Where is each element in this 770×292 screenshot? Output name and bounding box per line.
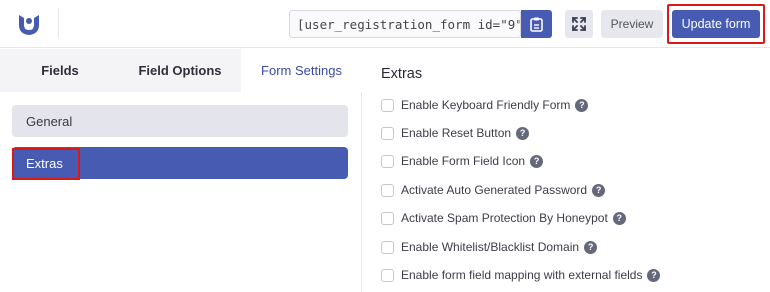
header-divider bbox=[58, 8, 59, 38]
help-icon[interactable]: ? bbox=[612, 211, 626, 225]
checkbox[interactable] bbox=[381, 183, 394, 197]
top-toolbar: [user_registration_form id="9"] Preview … bbox=[0, 0, 770, 48]
builder-tabs: Fields Field Options Form Settings bbox=[0, 49, 362, 92]
builder-left-panel: Fields Field Options Form Settings Gener… bbox=[0, 49, 362, 292]
help-icon[interactable]: ? bbox=[584, 240, 598, 254]
option-label: Enable form field mapping with external … bbox=[401, 268, 643, 282]
option-label: Enable Whitelist/Blacklist Domain bbox=[401, 240, 580, 254]
option-label: Activate Auto Generated Password bbox=[401, 183, 588, 197]
option-whitelist-blacklist: Enable Whitelist/Blacklist Domain ? bbox=[381, 238, 598, 256]
option-label: Activate Spam Protection By Honeypot bbox=[401, 211, 608, 225]
fullscreen-icon bbox=[572, 17, 586, 31]
section-title: Extras bbox=[381, 66, 423, 82]
checkbox[interactable] bbox=[381, 98, 394, 112]
fullscreen-button[interactable] bbox=[565, 10, 593, 38]
help-icon[interactable]: ? bbox=[530, 154, 544, 168]
option-reset-button: Enable Reset Button ? bbox=[381, 124, 530, 142]
checkbox[interactable] bbox=[381, 240, 394, 254]
option-honeypot: Activate Spam Protection By Honeypot ? bbox=[381, 209, 626, 227]
checkbox[interactable] bbox=[381, 268, 394, 282]
checkbox[interactable] bbox=[381, 126, 394, 140]
help-icon[interactable]: ? bbox=[647, 268, 661, 282]
update-form-button[interactable]: Update form bbox=[672, 10, 760, 38]
option-keyboard-friendly: Enable Keyboard Friendly Form ? bbox=[381, 96, 589, 114]
option-field-mapping: Enable form field mapping with external … bbox=[381, 266, 661, 284]
option-label: Enable Keyboard Friendly Form bbox=[401, 98, 571, 112]
settings-content-panel: Extras Enable Keyboard Friendly Form ? E… bbox=[363, 49, 770, 292]
preview-button[interactable]: Preview bbox=[601, 10, 663, 38]
help-icon[interactable]: ? bbox=[592, 183, 606, 197]
help-icon[interactable]: ? bbox=[575, 98, 589, 112]
checkbox[interactable] bbox=[381, 154, 394, 168]
option-form-field-icon: Enable Form Field Icon ? bbox=[381, 152, 544, 170]
tab-fields[interactable]: Fields bbox=[0, 49, 120, 92]
extras-highlight bbox=[12, 148, 80, 180]
copy-shortcode-button[interactable] bbox=[521, 10, 552, 38]
option-label: Enable Form Field Icon bbox=[401, 154, 526, 168]
settings-nav-general[interactable]: General bbox=[12, 105, 348, 137]
help-icon[interactable]: ? bbox=[516, 126, 530, 140]
checkbox[interactable] bbox=[381, 211, 394, 225]
tab-field-options[interactable]: Field Options bbox=[120, 49, 240, 92]
option-auto-password: Activate Auto Generated Password ? bbox=[381, 181, 606, 199]
shortcode-field[interactable]: [user_registration_form id="9"] bbox=[289, 10, 521, 38]
tab-form-settings[interactable]: Form Settings bbox=[241, 49, 362, 92]
clipboard-icon bbox=[530, 17, 543, 32]
option-label: Enable Reset Button bbox=[401, 126, 512, 140]
update-form-highlight: Update form bbox=[667, 4, 765, 44]
user-registration-logo bbox=[19, 15, 39, 35]
